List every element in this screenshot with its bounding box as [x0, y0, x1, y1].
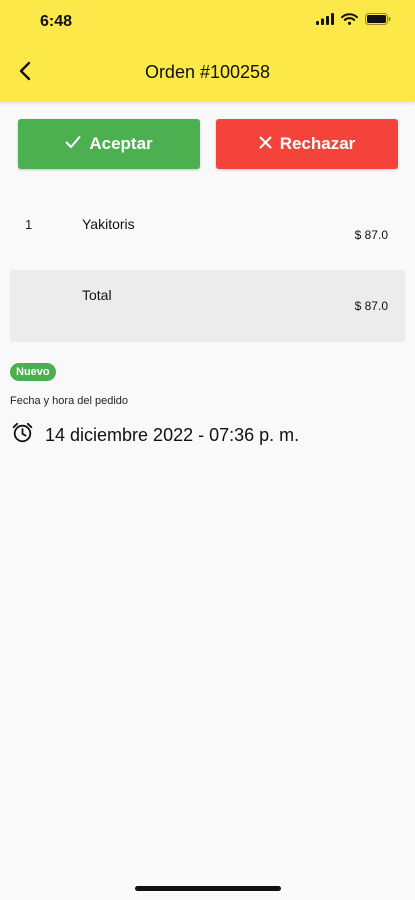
page-title: Orden #100258 — [144, 62, 271, 82]
reject-button[interactable]: Rechazar — [216, 119, 398, 169]
item-price: $ 87.0 — [354, 228, 388, 242]
accept-button[interactable]: Aceptar — [18, 119, 200, 169]
order-item-row: 1 Yakitoris $ 87.0 — [10, 199, 405, 271]
reject-label: Rechazar — [279, 134, 356, 153]
alarm-clock-icon — [12, 422, 33, 448]
battery-icon — [365, 12, 391, 30]
status-badge: Nuevo — [10, 363, 56, 381]
wifi-icon — [341, 12, 358, 30]
home-indicator[interactable] — [135, 886, 281, 891]
order-total-row: Total $ 87.0 — [10, 270, 405, 342]
total-price: $ 87.0 — [354, 299, 388, 313]
order-date-label: Fecha y hora del pedido — [10, 395, 129, 407]
item-name: Yakitoris — [82, 216, 135, 232]
check-icon — [65, 134, 81, 154]
status-time: 6:48 — [40, 13, 73, 30]
status-icons — [316, 12, 391, 30]
order-date-value: 14 diciembre 2022 - 07:36 p. m. — [45, 424, 300, 445]
item-quantity: 1 — [25, 217, 33, 232]
total-label: Total — [82, 287, 112, 303]
app-header: 6:48 Orden #100258 — [0, 0, 415, 102]
order-date: 14 diciembre 2022 - 07:36 p. m. — [12, 422, 299, 448]
accept-label: Aceptar — [89, 134, 153, 153]
close-icon — [259, 134, 272, 154]
signal-icon — [316, 12, 334, 30]
